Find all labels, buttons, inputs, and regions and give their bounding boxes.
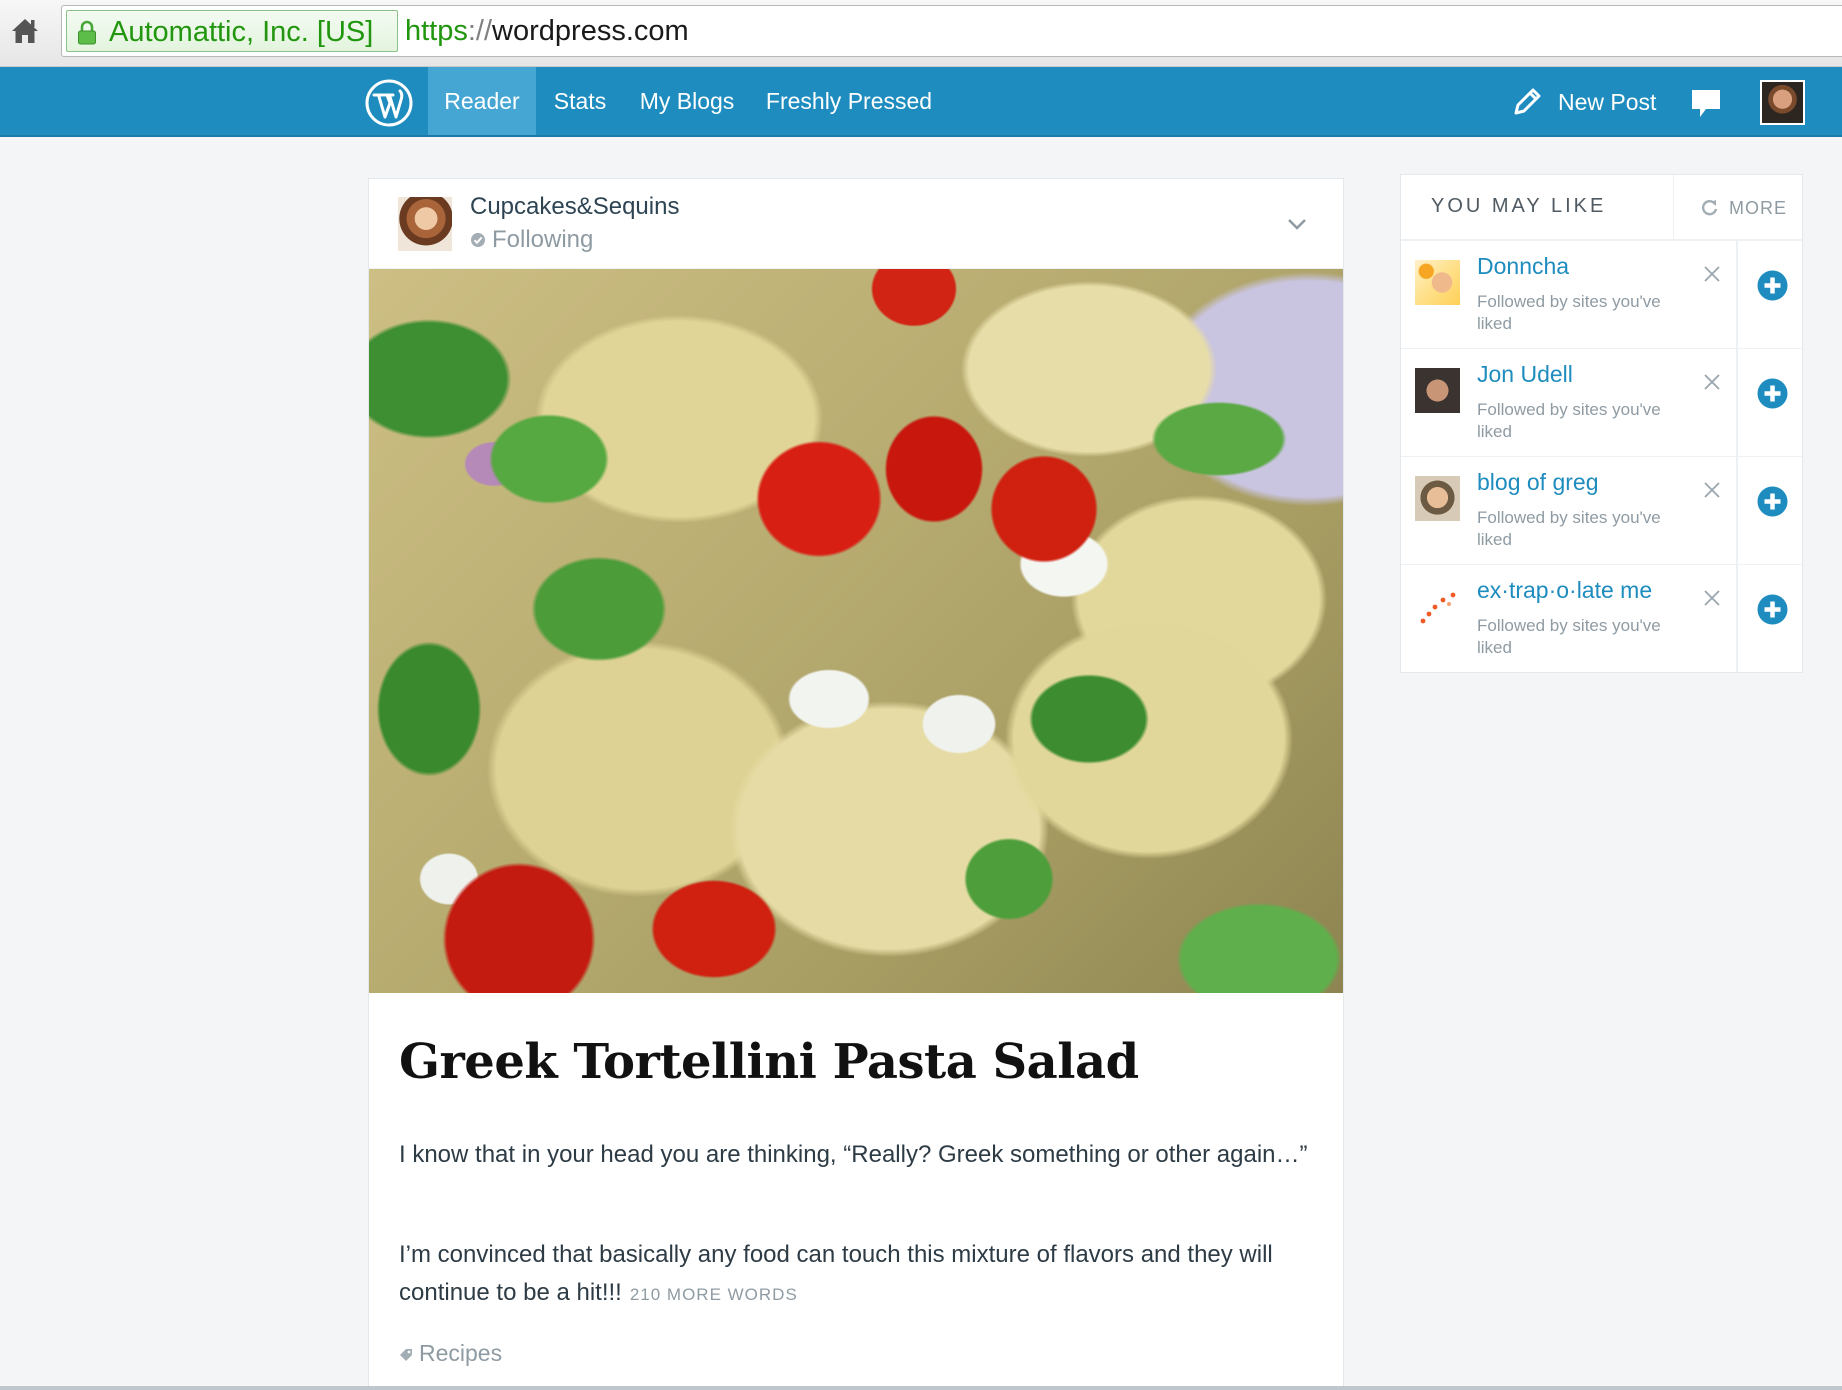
chevron-down-icon[interactable] <box>1284 211 1310 237</box>
pencil-icon[interactable] <box>1511 86 1543 118</box>
address-bar[interactable]: Automattic, Inc. [US] https://wordpress.… <box>61 5 1842 57</box>
new-post-button[interactable]: New Post <box>1558 67 1656 137</box>
recommendation-body: blog of greg Followed by sites you've li… <box>1401 457 1738 564</box>
url-separator: :// <box>467 15 493 47</box>
blog-avatar[interactable] <box>398 197 452 251</box>
browser-toolbar: Automattic, Inc. [US] https://wordpress.… <box>0 0 1842 67</box>
follow-status[interactable]: Following <box>470 226 593 254</box>
recommendation-body: ex·trap·o·late me Followed by sites you'… <box>1401 565 1738 672</box>
recommendation-item: Jon Udell Followed by sites you've liked <box>1401 349 1802 457</box>
window-bottom-edge <box>0 1386 1842 1390</box>
post-title[interactable]: Greek Tortellini Pasta Salad <box>399 1034 1319 1090</box>
recommendation-reason: Followed by sites you've liked <box>1477 292 1661 333</box>
nav-my-blogs[interactable]: My Blogs <box>630 67 744 135</box>
nav-reader[interactable]: Reader <box>428 67 536 135</box>
wordpress-logo-icon[interactable] <box>365 79 413 127</box>
recommendation-item: blog of greg Followed by sites you've li… <box>1401 457 1802 565</box>
follow-plus-icon[interactable] <box>1757 378 1788 409</box>
recommendation-avatar[interactable] <box>1415 260 1460 305</box>
recommendation-name[interactable]: Jon Udell <box>1477 361 1573 388</box>
more-words-link[interactable]: 210 MORE WORDS <box>630 1285 798 1304</box>
blog-name[interactable]: Cupcakes&Sequins <box>470 193 679 221</box>
recommendation-reason: Followed by sites you've liked <box>1477 400 1661 441</box>
url-scheme: https <box>405 15 468 47</box>
url-host: wordpress.com <box>492 15 689 47</box>
sidebar-title: YOU MAY LIKE <box>1431 195 1607 217</box>
recommendation-reason: Followed by sites you've liked <box>1477 508 1661 549</box>
wp-masterbar: Reader Stats My Blogs Freshly Pressed Ne… <box>0 67 1842 137</box>
more-label: MORE <box>1729 198 1787 218</box>
featured-image[interactable] <box>369 269 1343 993</box>
ev-certificate-badge[interactable]: Automattic, Inc. [US] <box>66 10 398 52</box>
close-icon[interactable] <box>1703 265 1721 283</box>
notifications-icon[interactable] <box>1690 87 1722 119</box>
close-icon[interactable] <box>1703 481 1721 499</box>
post-tag-label: Recipes <box>419 1340 503 1366</box>
recommendation-avatar[interactable] <box>1415 368 1460 413</box>
recommendation-name[interactable]: Donncha <box>1477 253 1569 280</box>
post-excerpt-paragraph: I’m convinced that basically any food ca… <box>399 1236 1319 1314</box>
recommendation-avatar[interactable] <box>1415 584 1460 629</box>
post-excerpt-text: I’m convinced that basically any food ca… <box>399 1241 1273 1306</box>
recommendation-item: ex·trap·o·late me Followed by sites you'… <box>1401 565 1802 673</box>
post-tag[interactable]: Recipes <box>399 1340 502 1367</box>
close-icon[interactable] <box>1703 373 1721 391</box>
recommendation-avatar[interactable] <box>1415 476 1460 521</box>
follow-plus-icon[interactable] <box>1757 270 1788 301</box>
reader-post-card: Cupcakes&Sequins Following Greek Tortell… <box>368 178 1344 1390</box>
sidebar-header: YOU MAY LIKE MORE <box>1401 175 1802 241</box>
follow-status-label: Following <box>492 226 594 253</box>
home-icon[interactable] <box>8 14 42 48</box>
tag-icon <box>400 1349 412 1361</box>
recommendation-name[interactable]: ex·trap·o·late me <box>1477 577 1652 604</box>
check-icon <box>471 233 485 247</box>
url-text: https://wordpress.com <box>405 15 689 48</box>
recommendation-name[interactable]: blog of greg <box>1477 469 1598 496</box>
recommendations-sidebar: YOU MAY LIKE MORE Donncha Followed by si… <box>1400 174 1803 673</box>
lock-icon <box>78 20 96 45</box>
post-header: Cupcakes&Sequins Following <box>369 179 1343 269</box>
recommendation-body: Donncha Followed by sites you've liked <box>1401 241 1738 348</box>
follow-plus-icon[interactable] <box>1757 594 1788 625</box>
recommendation-body: Jon Udell Followed by sites you've liked <box>1401 349 1738 456</box>
refresh-icon <box>1701 199 1718 216</box>
nav-stats[interactable]: Stats <box>540 67 620 135</box>
nav-freshly-pressed[interactable]: Freshly Pressed <box>758 67 940 135</box>
user-avatar[interactable] <box>1760 80 1805 125</box>
post-excerpt-paragraph: I know that in your head you are thinkin… <box>399 1141 1308 1168</box>
follow-plus-icon[interactable] <box>1757 486 1788 517</box>
more-recommendations-button[interactable]: MORE <box>1673 175 1802 241</box>
recommendation-reason: Followed by sites you've liked <box>1477 616 1661 657</box>
recommendation-item: Donncha Followed by sites you've liked <box>1401 241 1802 349</box>
close-icon[interactable] <box>1703 589 1721 607</box>
ev-organization-name: Automattic, Inc. [US] <box>109 16 374 48</box>
